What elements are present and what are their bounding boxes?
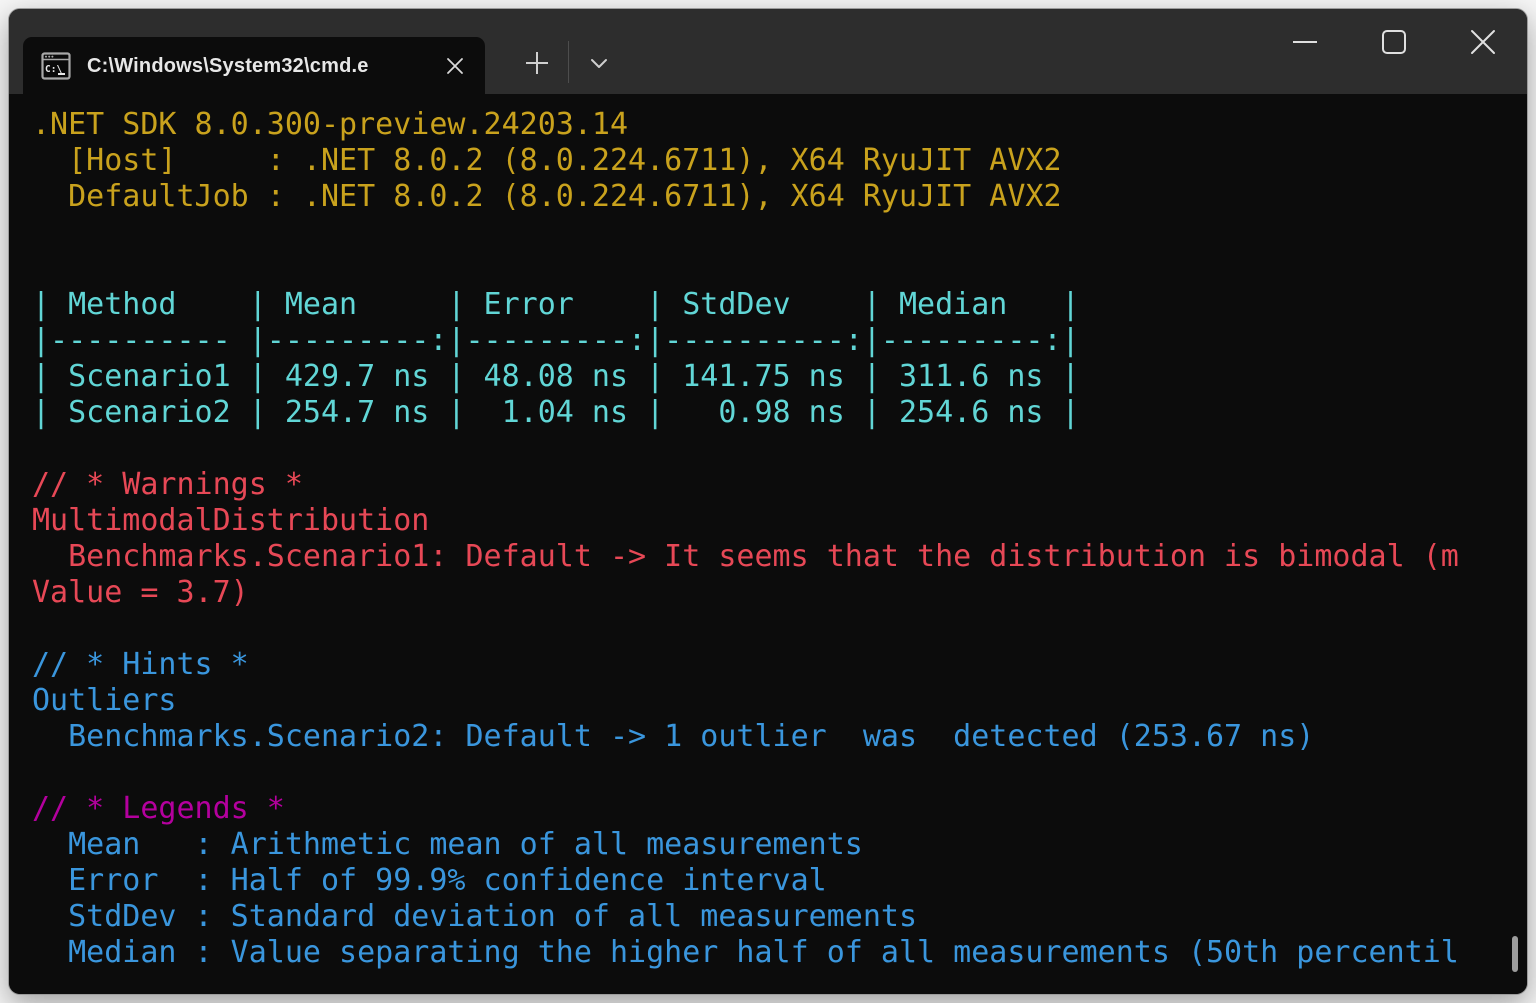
terminal-line: .NET SDK 8.0.300-preview.24203.14 <box>32 107 1528 143</box>
terminal-line: Mean : Arithmetic mean of all measuremen… <box>32 827 1528 863</box>
terminal-line: // * Hints * <box>32 647 1528 683</box>
terminal-line: | Scenario2 | 254.7 ns | 1.04 ns | 0.98 … <box>32 395 1528 431</box>
chevron-down-icon[interactable] <box>575 39 623 87</box>
tab-title: C:\Windows\System32\cmd.e <box>87 56 437 76</box>
terminal-line: DefaultJob : .NET 8.0.2 (8.0.224.6711), … <box>32 179 1528 215</box>
tab-separator <box>568 41 569 83</box>
terminal-output[interactable]: .NET SDK 8.0.300-preview.24203.14 [Host]… <box>9 94 1528 995</box>
terminal-line: Median : Value separating the higher hal… <box>32 935 1528 971</box>
close-icon[interactable] <box>1438 9 1527 75</box>
terminal-window: C:\ C:\Windows\System32\cmd.e <box>8 8 1528 995</box>
terminal-line: | Scenario1 | 429.7 ns | 48.08 ns | 141.… <box>32 359 1528 395</box>
terminal-line <box>32 431 1528 467</box>
terminal-line: Benchmarks.Scenario2: Default -> 1 outli… <box>32 719 1528 755</box>
minimize-icon[interactable] <box>1260 9 1349 75</box>
terminal-line: Outliers <box>32 683 1528 719</box>
cmd-window-icon: C:\ <box>41 52 71 80</box>
terminal-line: // * Warnings * <box>32 467 1528 503</box>
window-controls <box>1260 9 1527 75</box>
terminal-line: [Host] : .NET 8.0.2 (8.0.224.6711), X64 … <box>32 143 1528 179</box>
maximize-icon[interactable] <box>1349 9 1438 75</box>
terminal-line: | Method | Mean | Error | StdDev | Media… <box>32 287 1528 323</box>
terminal-line: Error : Half of 99.9% confidence interva… <box>32 863 1528 899</box>
terminal-line <box>32 611 1528 647</box>
scrollbar-thumb[interactable] <box>1512 936 1518 972</box>
plus-icon[interactable] <box>513 39 561 87</box>
terminal-line: MultimodalDistribution <box>32 503 1528 539</box>
titlebar[interactable]: C:\ C:\Windows\System32\cmd.e <box>9 9 1527 94</box>
tab-cmd[interactable]: C:\ C:\Windows\System32\cmd.e <box>23 37 485 94</box>
terminal-line: Value = 3.7) <box>32 575 1528 611</box>
terminal-line: StdDev : Standard deviation of all measu… <box>32 899 1528 935</box>
terminal-line: Benchmarks.Scenario1: Default -> It seem… <box>32 539 1528 575</box>
terminal-line <box>32 755 1528 791</box>
terminal-line <box>32 215 1528 251</box>
terminal-line <box>32 251 1528 287</box>
tab-close-icon[interactable] <box>437 48 473 84</box>
terminal-line: |---------- |---------:|---------:|-----… <box>32 323 1528 359</box>
terminal-line: // * Legends * <box>32 791 1528 827</box>
